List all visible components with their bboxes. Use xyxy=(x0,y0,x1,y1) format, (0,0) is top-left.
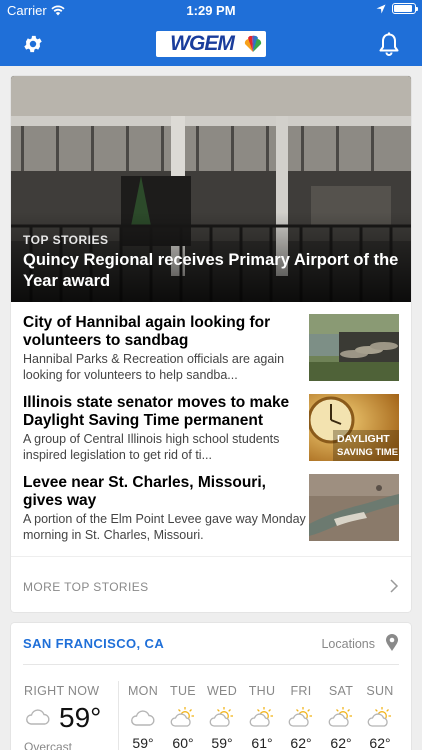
daylight-saving-clock-photo: DAYLIGHT SAVING TIME xyxy=(309,394,399,461)
forecast-day-name: TUE xyxy=(170,684,196,698)
divider xyxy=(11,556,411,557)
forecast-temp: 61° xyxy=(251,735,273,750)
forecast-day-name: SAT xyxy=(328,684,354,698)
partly-sunny-icon xyxy=(209,707,233,727)
nav-bar: WGEM xyxy=(0,22,422,66)
top-stories-kicker: TOP STORIES xyxy=(23,233,109,247)
levee-aerial-photo xyxy=(309,474,399,541)
story-summary: Hannibal Parks & Recreation officials ar… xyxy=(23,352,285,382)
thumb-text-saving-time: SAVING TIME xyxy=(337,447,398,458)
top-story-title[interactable]: Quincy Regional receives Primary Airport… xyxy=(23,250,401,292)
top-story-hero[interactable]: TOP STORIES Quincy Regional receives Pri… xyxy=(11,76,411,302)
story-item[interactable]: Levee near St. Charles, Missouri, gives … xyxy=(23,474,399,544)
story-thumbnail[interactable] xyxy=(309,314,399,381)
notifications-button[interactable] xyxy=(375,30,403,58)
forecast-temp: 60° xyxy=(172,735,194,750)
story-title[interactable]: City of Hannibal again looking for volun… xyxy=(23,314,307,350)
peacock-logo-icon xyxy=(244,35,262,52)
partly-sunny-icon xyxy=(367,707,391,727)
status-right xyxy=(376,3,418,14)
partly-sunny-icon xyxy=(328,707,352,727)
location-arrow-icon xyxy=(376,4,386,13)
forecast-day-name: MON xyxy=(127,684,159,698)
story-summary: A portion of the Elm Point Levee gave wa… xyxy=(23,512,306,542)
top-stories-card: TOP STORIES Quincy Regional receives Pri… xyxy=(11,76,411,612)
partly-sunny-icon xyxy=(170,707,194,727)
cloud-icon xyxy=(26,709,50,725)
chevron-right-icon xyxy=(390,579,399,593)
thumb-text-daylight: DAYLIGHT xyxy=(337,433,390,445)
forecast-temp: 62° xyxy=(290,735,312,750)
location-pin-icon[interactable] xyxy=(385,634,399,652)
partly-sunny-icon xyxy=(288,707,312,727)
wgem-logo: WGEM xyxy=(156,31,266,57)
gear-icon xyxy=(24,35,42,53)
locations-link[interactable]: Locations xyxy=(321,637,375,651)
story-title[interactable]: Levee near St. Charles, Missouri, gives … xyxy=(23,474,307,510)
forecast-temp: 59° xyxy=(132,735,154,750)
logo-text: WGEM xyxy=(170,32,235,55)
forecast-temp: 62° xyxy=(330,735,352,750)
story-item[interactable]: City of Hannibal again looking for volun… xyxy=(23,314,399,384)
status-bar: Carrier 1:29 PM xyxy=(0,0,422,22)
forecast-day-name: THU xyxy=(248,684,276,698)
forecast-temp: 59° xyxy=(211,735,233,750)
forecast-day-name: WED xyxy=(206,684,238,698)
more-top-stories-link[interactable]: MORE TOP STORIES xyxy=(23,580,149,594)
forecast-day: SAT 62° xyxy=(321,684,361,750)
forecast-day-name: FRI xyxy=(290,684,312,698)
forecast-temp: 62° xyxy=(369,735,391,750)
weather-vertical-divider xyxy=(118,681,119,750)
forecast-day-name: SUN xyxy=(366,684,394,698)
forecast-day: FRI 62° xyxy=(281,684,321,750)
partly-sunny-icon xyxy=(249,707,273,727)
current-temperature: 59° xyxy=(59,702,102,733)
story-thumbnail[interactable]: DAYLIGHT SAVING TIME xyxy=(309,394,399,461)
weather-divider xyxy=(23,664,399,665)
story-title[interactable]: Illinois state senator moves to make Day… xyxy=(23,394,307,430)
status-time: 1:29 PM xyxy=(186,3,236,18)
forecast-day: TUE 60° xyxy=(163,684,203,750)
forecast-day: WED 59° xyxy=(202,684,242,750)
forecast-day: MON 59° xyxy=(123,684,163,750)
cloud-icon xyxy=(131,710,155,726)
right-now-label: RIGHT NOW xyxy=(24,684,100,698)
sandbag-photo xyxy=(309,314,399,381)
story-summary: A group of Central Illinois high school … xyxy=(23,432,280,462)
weather-city[interactable]: SAN FRANCISCO, CA xyxy=(23,636,164,651)
story-item[interactable]: Illinois state senator moves to make Day… xyxy=(23,394,399,464)
forecast-day: THU 61° xyxy=(242,684,282,750)
forecast-day: SUN 62° xyxy=(360,684,400,750)
story-thumbnail[interactable] xyxy=(309,474,399,541)
battery-icon xyxy=(392,3,418,14)
bell-icon xyxy=(379,32,399,56)
settings-button[interactable] xyxy=(19,30,47,58)
current-condition: Overcast xyxy=(24,740,73,750)
weather-card: SAN FRANCISCO, CA Locations RIGHT NOW 59… xyxy=(11,623,411,750)
more-top-stories-row[interactable]: MORE TOP STORIES xyxy=(11,566,411,606)
